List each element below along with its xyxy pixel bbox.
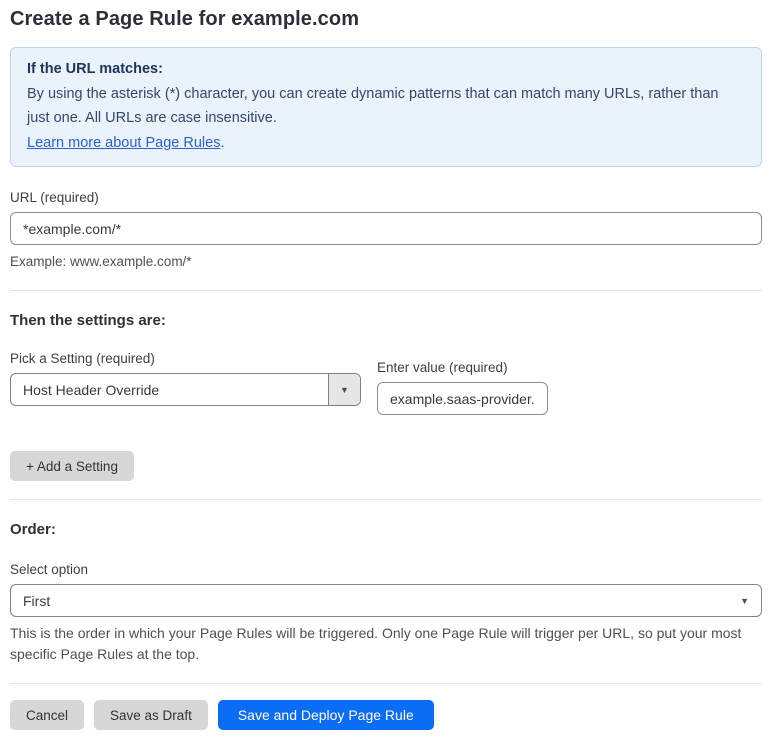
order-select[interactable]: First ▼: [10, 584, 762, 617]
url-match-info-box: If the URL matches: By using the asteris…: [10, 47, 762, 167]
page-title: Create a Page Rule for example.com: [10, 8, 360, 30]
info-box-body-text: By using the asterisk (*) character, you…: [27, 85, 719, 127]
info-box-heading: If the URL matches:: [27, 61, 163, 77]
order-helper-text: This is the order in which your Page Rul…: [10, 625, 742, 662]
footer-actions: Cancel Save as Draft Save and Deploy Pag…: [10, 700, 762, 730]
chevron-down-icon: ▼: [740, 595, 749, 606]
info-box-body: By using the asterisk (*) character, you…: [27, 82, 745, 131]
save-and-deploy-button[interactable]: Save and Deploy Page Rule: [217, 700, 434, 730]
setting-picker-selected-value: Host Header Override: [23, 381, 160, 398]
setting-value-column: Enter value (required): [377, 360, 548, 415]
setting-picker-select[interactable]: Host Header Override ▼: [10, 373, 361, 406]
divider-after-settings: [10, 499, 762, 500]
url-example-helper: Example: www.example.com/*: [10, 254, 192, 269]
setting-row: Pick a Setting (required) Host Header Ov…: [10, 351, 762, 415]
setting-picker-dropdown-button[interactable]: ▼: [328, 374, 360, 405]
order-section-heading: Order:: [10, 521, 56, 538]
url-input[interactable]: [10, 212, 762, 245]
url-section: URL (required) Example: www.example.com/…: [10, 190, 762, 272]
chevron-down-icon: ▼: [340, 384, 349, 395]
setting-picker-column: Pick a Setting (required) Host Header Ov…: [10, 351, 361, 406]
save-as-draft-button[interactable]: Save as Draft: [94, 700, 208, 730]
settings-section-heading: Then the settings are:: [10, 312, 166, 329]
cancel-button[interactable]: Cancel: [10, 700, 85, 730]
link-period: .: [220, 134, 225, 151]
add-setting-button[interactable]: + Add a Setting: [10, 451, 134, 481]
create-page-rule-form: Create a Page Rule for example.com If th…: [0, 0, 772, 743]
divider-after-order: [10, 683, 762, 684]
order-selected-value: First: [23, 592, 51, 609]
setting-value-label: Enter value (required): [377, 360, 508, 375]
info-box-link-line: Learn more about Page Rules.: [27, 131, 745, 156]
setting-picker-label: Pick a Setting (required): [10, 351, 155, 366]
divider-after-url: [10, 290, 762, 291]
setting-value-input[interactable]: [377, 382, 548, 415]
url-field-label: URL (required): [10, 190, 99, 205]
order-select-label: Select option: [10, 562, 89, 577]
learn-more-page-rules-link[interactable]: Learn more about Page Rules: [27, 135, 220, 151]
